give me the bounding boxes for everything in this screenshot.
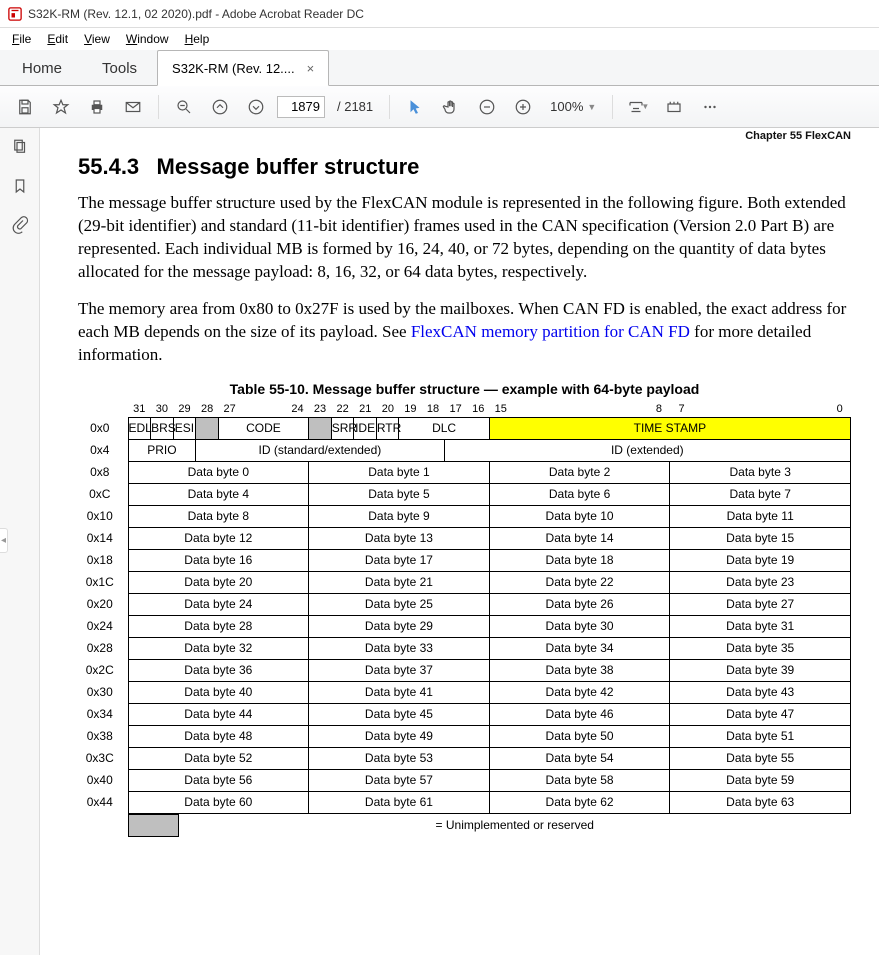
zoom-minus-icon[interactable] [472, 92, 502, 122]
table-row: 0x20Data byte 24Data byte 25Data byte 26… [78, 593, 851, 615]
workspace: Chapter 55 FlexCAN 55.4.3 Message buffer… [0, 128, 879, 955]
mail-icon[interactable] [118, 92, 148, 122]
table-row: 0x3CData byte 52Data byte 53Data byte 54… [78, 747, 851, 769]
table-row: 0x18Data byte 16Data byte 17Data byte 18… [78, 549, 851, 571]
table-row: 0x30Data byte 40Data byte 41Data byte 42… [78, 681, 851, 703]
table-row: 0x14Data byte 12Data byte 13Data byte 14… [78, 527, 851, 549]
cross-ref-link[interactable]: FlexCAN memory partition for CAN FD [411, 322, 690, 341]
section-title: Message buffer structure [157, 154, 420, 179]
zoom-plus-icon[interactable] [508, 92, 538, 122]
read-mode-icon[interactable] [659, 92, 689, 122]
bookmark-icon[interactable] [11, 177, 29, 198]
table-row: 0x24Data byte 28Data byte 29Data byte 30… [78, 615, 851, 637]
menu-file[interactable]: File [6, 30, 37, 48]
close-icon[interactable]: × [307, 61, 315, 76]
legend-row: = Unimplemented or reserved [78, 814, 851, 837]
table-row: 0xCData byte 4Data byte 5Data byte 6Data… [78, 483, 851, 505]
window-title: S32K-RM (Rev. 12.1, 02 2020).pdf - Adobe… [28, 7, 364, 21]
reserved-swatch [128, 814, 178, 836]
save-icon[interactable] [10, 92, 40, 122]
message-buffer-table: 0x0 EDL BRS ESI CODE SRR IDE RTR DLC TIM… [78, 417, 851, 814]
print-icon[interactable] [82, 92, 112, 122]
tab-bar: Home Tools S32K-RM (Rev. 12.... × [0, 50, 879, 86]
table-caption: Table 55-10. Message buffer structure — … [78, 381, 851, 397]
tab-document-label: S32K-RM (Rev. 12.... [172, 61, 295, 76]
bit-number-row: 313029282724232221201918171615870 [78, 401, 851, 417]
menu-help[interactable]: Help [179, 30, 216, 48]
tab-tools[interactable]: Tools [82, 52, 157, 85]
tab-home[interactable]: Home [2, 52, 82, 85]
table-row: 0x28Data byte 32Data byte 33Data byte 34… [78, 637, 851, 659]
star-icon[interactable] [46, 92, 76, 122]
table-row: 0x1CData byte 20Data byte 21Data byte 22… [78, 571, 851, 593]
page-number-input[interactable] [277, 96, 325, 118]
section-number: 55.4.3 [78, 154, 139, 179]
table-row-ctrl: 0x0 EDL BRS ESI CODE SRR IDE RTR DLC TIM… [78, 417, 851, 439]
chapter-header: Chapter 55 FlexCAN [78, 128, 851, 148]
pdf-icon [8, 7, 22, 21]
window-title-bar: S32K-RM (Rev. 12.1, 02 2020).pdf - Adobe… [0, 0, 879, 28]
document-page: Chapter 55 FlexCAN 55.4.3 Message buffer… [40, 128, 879, 955]
menu-window[interactable]: Window [120, 30, 175, 48]
menu-edit[interactable]: Edit [41, 30, 74, 48]
page-total: / 2181 [331, 99, 379, 114]
zoom-out-icon[interactable] [169, 92, 199, 122]
table-row: 0x2CData byte 36Data byte 37Data byte 38… [78, 659, 851, 681]
reserved-cell [309, 417, 332, 439]
thumbnails-icon[interactable] [11, 138, 29, 159]
table-row: 0x10Data byte 8Data byte 9Data byte 10Da… [78, 505, 851, 527]
table-row: 0x38Data byte 48Data byte 49Data byte 50… [78, 725, 851, 747]
table-row: 0x8Data byte 0Data byte 1Data byte 2Data… [78, 461, 851, 483]
section-heading: 55.4.3 Message buffer structure [78, 154, 851, 180]
reserved-cell [196, 417, 219, 439]
table-row-id: 0x4 PRIO ID (standard/extended) ID (exte… [78, 439, 851, 461]
tab-document[interactable]: S32K-RM (Rev. 12.... × [157, 50, 329, 86]
pointer-icon[interactable] [400, 92, 430, 122]
table-row: 0x40Data byte 56Data byte 57Data byte 58… [78, 769, 851, 791]
paragraph-2: The memory area from 0x80 to 0x27F is us… [78, 298, 851, 367]
paragraph-1: The message buffer structure used by the… [78, 192, 851, 284]
hand-icon[interactable] [436, 92, 466, 122]
more-icon[interactable] [695, 92, 725, 122]
menu-bar: File Edit View Window Help [0, 28, 879, 50]
attachment-icon[interactable] [11, 216, 29, 237]
page-up-icon[interactable] [205, 92, 235, 122]
legend-text: = Unimplemented or reserved [178, 814, 851, 836]
toolbar: / 2181 100%▼ ▼ [0, 86, 879, 128]
menu-view[interactable]: View [78, 30, 116, 48]
page-down-icon[interactable] [241, 92, 271, 122]
timestamp-cell: TIME STAMP [489, 417, 850, 439]
table-row: 0x44Data byte 60Data byte 61Data byte 62… [78, 791, 851, 813]
table-row: 0x34Data byte 44Data byte 45Data byte 46… [78, 703, 851, 725]
fit-width-icon[interactable]: ▼ [623, 92, 653, 122]
sidebar [0, 128, 40, 955]
zoom-level[interactable]: 100%▼ [544, 99, 602, 114]
